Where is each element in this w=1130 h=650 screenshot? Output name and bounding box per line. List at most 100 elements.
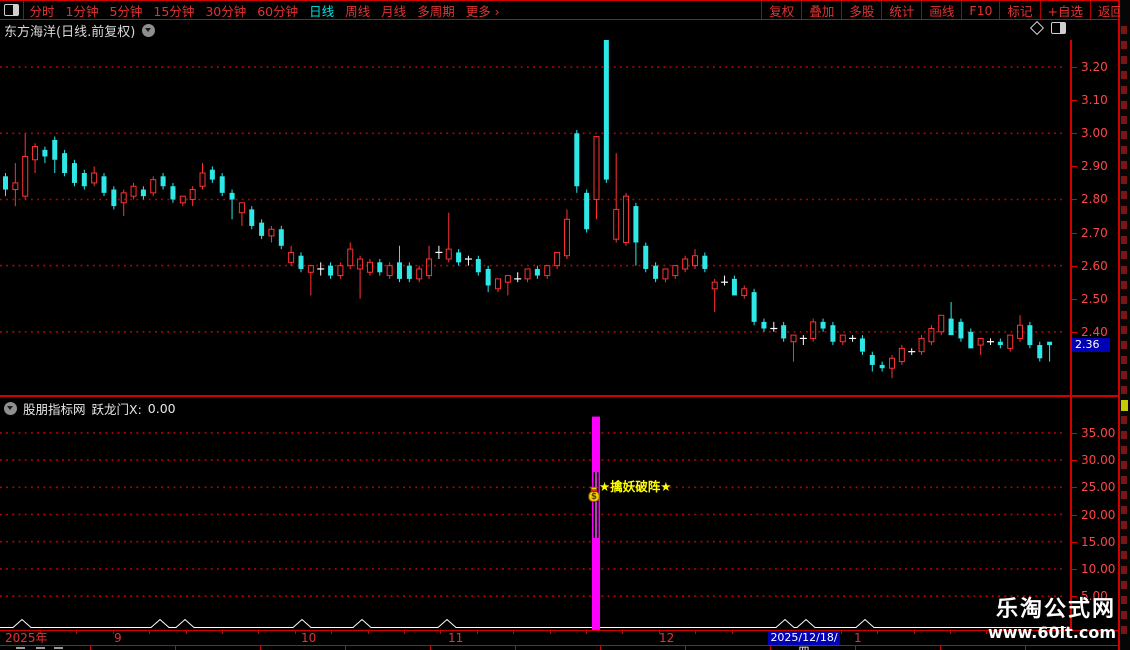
right-strip-text-fragment	[1121, 461, 1127, 469]
right-strip-text-fragment	[1121, 71, 1127, 79]
toolbar: 分时 1分钟 5分钟 15分钟 30分钟 60分钟 日线 周线 月线 多周期 更多 › 复权 叠加 多股…	[0, 1, 1130, 19]
period-tab-2[interactable]: 5分钟	[104, 1, 148, 20]
price-tick	[1072, 100, 1077, 101]
watermark-line2: www.60lt.com	[987, 623, 1116, 642]
right-strip-text-fragment	[1121, 446, 1127, 454]
date-tick	[477, 631, 478, 634]
toolbar-action-7[interactable]: +自选	[1039, 1, 1090, 19]
date-tick	[695, 631, 696, 634]
indicator-axis: 35.00 30.00 25.00 20.00 15.00 10.00 5.00	[1072, 397, 1118, 630]
indicator-value-label: 15.00	[1081, 535, 1116, 549]
indicator-tick	[1072, 515, 1077, 516]
right-strip-text-fragment	[1121, 356, 1127, 364]
date-tick	[950, 631, 951, 634]
indicator-chart[interactable]	[0, 397, 1070, 630]
right-strip-text-fragment	[1121, 311, 1127, 319]
bottom-tick	[175, 646, 176, 650]
bottom-tick	[90, 646, 91, 650]
bottom-tick	[855, 646, 856, 650]
date-tick	[841, 631, 842, 634]
price-tick	[1072, 332, 1077, 333]
date-label: 11	[448, 631, 464, 645]
bottom-text-fragment	[36, 647, 45, 649]
right-strip-text-fragment	[1121, 596, 1127, 604]
date-tick	[186, 631, 187, 634]
date-tick	[877, 631, 878, 634]
right-strip-text-fragment	[1121, 551, 1127, 559]
right-strip-text-fragment	[1121, 326, 1127, 334]
period-tab-0[interactable]: 分时	[24, 1, 60, 20]
period-tab-10[interactable]: 更多 ›	[460, 1, 505, 20]
right-strip-text-fragment	[1121, 506, 1127, 514]
date-tick	[586, 631, 587, 634]
signal-label: ★擒妖破阵★	[599, 479, 672, 494]
watermark: 乐淘公式网 www.60lt.com	[988, 597, 1116, 643]
indicator-value-label: 35.00	[1081, 426, 1116, 440]
right-strip-text-fragment	[1121, 41, 1127, 49]
layout-icon-button[interactable]	[0, 1, 24, 19]
page-title: 东方海洋(日线.前复权)	[4, 24, 136, 40]
price-label: 2.50	[1081, 292, 1108, 306]
price-tick	[1072, 166, 1077, 167]
right-sidebar-clipped	[1120, 0, 1130, 650]
period-tabs: 分时 1分钟 5分钟 15分钟 30分钟 60分钟 日线 周线 月线 多周期 更多 ›	[24, 1, 505, 20]
candlestick-chart[interactable]	[0, 40, 1070, 396]
right-strip-text-fragment	[1121, 521, 1127, 529]
right-strip-yellow-fragment	[1121, 400, 1128, 411]
right-strip-text-fragment	[1121, 206, 1127, 214]
date-label: 1	[854, 631, 862, 645]
toolbar-action-0[interactable]: 复权	[761, 1, 801, 19]
right-strip-text-fragment	[1121, 191, 1127, 199]
split-window-icon[interactable]	[1051, 22, 1066, 34]
period-tab-5[interactable]: 60分钟	[252, 1, 304, 20]
toolbar-action-2[interactable]: 多股	[841, 1, 881, 19]
period-tab-7[interactable]: 周线	[340, 1, 376, 20]
bottom-text-fragment	[54, 647, 63, 649]
price-tick	[1072, 67, 1077, 68]
diamond-icon[interactable]	[1029, 20, 1045, 36]
svg-text:$: $	[591, 492, 597, 502]
right-strip-text-fragment	[1121, 251, 1127, 259]
right-strip-text-fragment	[1121, 491, 1127, 499]
watermark-line1: 乐淘公式网	[995, 597, 1116, 622]
period-tab-6[interactable]: 日线	[304, 1, 340, 20]
indicator-value: 0.00	[147, 401, 176, 416]
right-strip-text-fragment	[1121, 566, 1127, 574]
right-strip-text-fragment	[1121, 536, 1127, 544]
right-strip-text-fragment	[1121, 266, 1127, 274]
toolbar-action-5[interactable]: F10	[961, 1, 999, 19]
date-tick	[295, 631, 296, 634]
period-tab-8[interactable]: 月线	[376, 1, 412, 20]
date-tick	[550, 631, 551, 634]
indicator-dropdown-icon[interactable]	[4, 402, 17, 415]
toolbar-action-4[interactable]: 画线	[921, 1, 961, 19]
period-tab-1[interactable]: 1分钟	[60, 1, 104, 20]
right-strip-text-fragment	[1121, 626, 1127, 634]
toolbar-action-6[interactable]: 标记	[999, 1, 1039, 19]
price-tick	[1072, 266, 1077, 267]
indicator-name-label: 跃龙门X:	[91, 402, 142, 417]
right-strip-text-fragment	[1121, 176, 1127, 184]
period-tab-4[interactable]: 30分钟	[200, 1, 252, 20]
date-tick	[76, 631, 77, 634]
period-tab-9[interactable]: 多周期	[412, 1, 461, 20]
right-strip-text-fragment	[1121, 101, 1127, 109]
date-tick	[222, 631, 223, 634]
date-tick	[258, 631, 259, 634]
title-dropdown-icon[interactable]	[142, 23, 156, 37]
bottom-tick	[430, 646, 431, 650]
right-strip-text-fragment	[1121, 581, 1127, 589]
period-tab-3[interactable]: 15分钟	[148, 1, 200, 20]
toolbar-action-1[interactable]: 叠加	[801, 1, 841, 19]
trading-app-window: { "toolbar": { "left_items": [ {"label":…	[0, 0, 1130, 650]
price-label: 3.10	[1081, 93, 1108, 107]
chart-title-bar: 东方海洋(日线.前复权)	[4, 21, 156, 40]
date-label: 12	[659, 631, 675, 645]
date-tick	[404, 631, 405, 634]
right-strip-text-fragment	[1121, 26, 1127, 34]
right-strip-text-fragment	[1121, 86, 1127, 94]
toolbar-action-3[interactable]: 统计	[881, 1, 921, 19]
indicator-site-label: 股朋指标网	[23, 402, 86, 417]
bottom-tick	[1025, 646, 1026, 650]
price-tick	[1072, 299, 1077, 300]
